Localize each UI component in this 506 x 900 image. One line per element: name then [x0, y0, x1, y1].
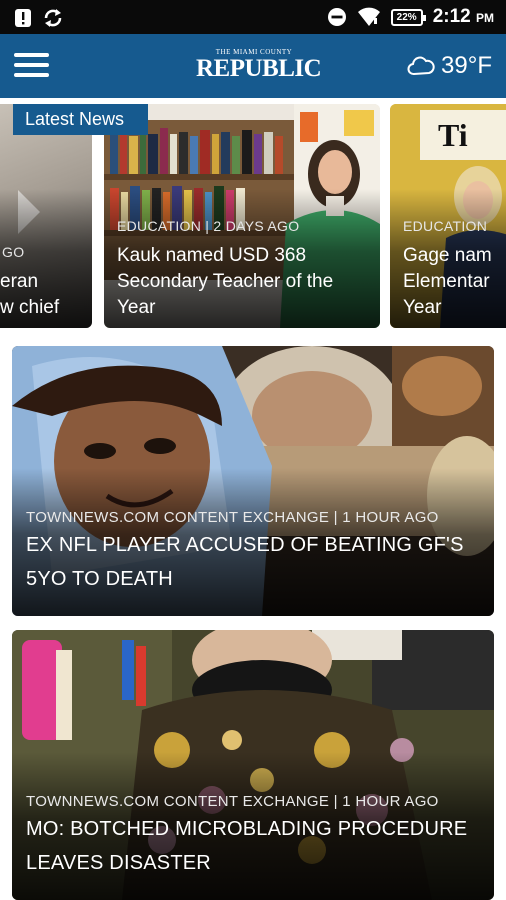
latest-news-carousel[interactable]: GO eran w chief EDUCATION | 2 DAYS AGO K…: [0, 104, 506, 330]
clock-time: 2:12: [432, 6, 471, 27]
clock: 2:12 PM: [433, 6, 494, 28]
weather-widget[interactable]: 39°F: [407, 52, 492, 80]
card-headline: Kauk named USD 368 Secondary Teacher of …: [117, 243, 333, 321]
card-headline: eran w chief: [0, 269, 59, 321]
headline-line: w chief: [0, 297, 60, 318]
logo-wordmark: REPUBLIC: [196, 55, 322, 82]
article-meta: TOWNNEWS.COM CONTENT EXCHANGE | 1 HOUR A…: [26, 509, 439, 526]
svg-text:Ti: Ti: [438, 117, 468, 153]
headline-line: Secondary Teacher of the: [117, 271, 334, 292]
card-meta: GO: [2, 244, 25, 260]
article-meta: TOWNNEWS.COM CONTENT EXCHANGE | 1 HOUR A…: [26, 793, 439, 810]
sync-icon: [44, 9, 62, 27]
headline-line: Gage nam: [403, 245, 492, 266]
notification-alert-icon: [15, 9, 31, 27]
site-logo[interactable]: THE MIAMI COUNTY REPUBLIC: [196, 48, 322, 82]
article-headline: EX NFL PLAYER ACCUSED OF BEATING GF'S 5Y…: [26, 528, 482, 596]
latest-news-card[interactable]: EDUCATION | 2 DAYS AGO Kauk named USD 36…: [104, 104, 380, 328]
headline-line: EX NFL PLAYER ACCUSED OF BEATING GF'S: [26, 534, 464, 556]
headline-line: Elementar: [403, 271, 490, 292]
app-header: THE MIAMI COUNTY REPUBLIC 39°F: [0, 34, 506, 98]
hamburger-menu-icon[interactable]: [14, 53, 49, 79]
clock-ampm: PM: [476, 11, 494, 25]
card-headline: Gage nam Elementar Year: [403, 243, 492, 321]
headline-line: LEAVES DISASTER: [26, 852, 211, 874]
temperature: 39°F: [441, 52, 492, 79]
headline-line: 5YO TO DEATH: [26, 568, 173, 590]
headline-line: Year: [403, 297, 442, 318]
article-headline: MO: BOTCHED MICROBLADING PROCEDURE LEAVE…: [26, 812, 482, 880]
latest-news-card[interactable]: Ti EDUCATION Gage nam Elementar Year: [390, 104, 506, 328]
latest-news-card[interactable]: GO eran w chief: [0, 104, 92, 328]
headline-line: Kauk named USD 368: [117, 245, 307, 266]
latest-news-badge: Latest News: [13, 104, 148, 135]
card-meta: EDUCATION: [403, 218, 488, 234]
battery-level: 22%: [396, 11, 417, 23]
cloud-icon: [407, 56, 435, 75]
do-not-disturb-icon: [327, 8, 346, 26]
battery-icon: 22%: [390, 8, 426, 26]
wifi-icon: [357, 7, 380, 26]
headline-line: Year: [117, 297, 156, 318]
article-card[interactable]: TOWNNEWS.COM CONTENT EXCHANGE | 1 HOUR A…: [12, 346, 494, 616]
card-meta: EDUCATION | 2 DAYS AGO: [117, 218, 300, 234]
article-card[interactable]: TOWNNEWS.COM CONTENT EXCHANGE | 1 HOUR A…: [12, 630, 494, 900]
status-bar: 22% 2:12 PM: [0, 0, 506, 34]
headline-line: MO: BOTCHED MICROBLADING PROCEDURE: [26, 818, 468, 840]
headline-line: eran: [0, 271, 39, 292]
